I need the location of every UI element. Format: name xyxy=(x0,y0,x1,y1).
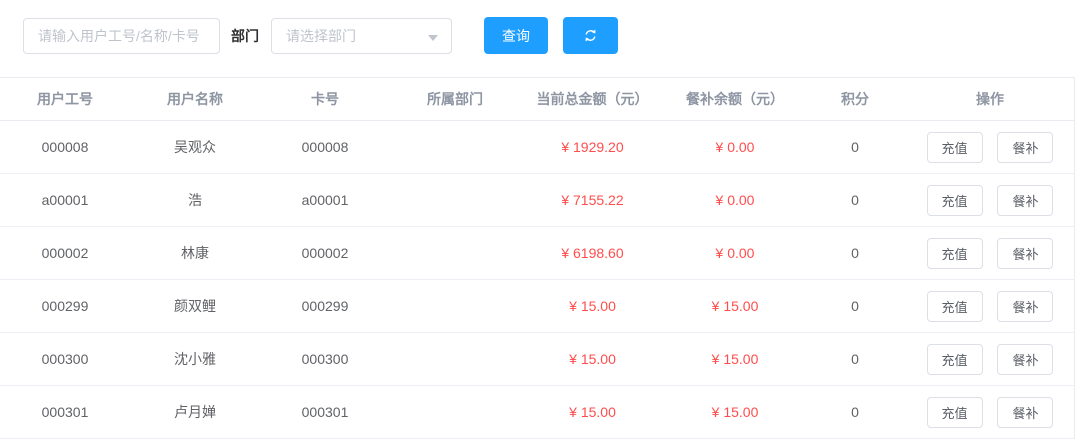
meal-subsidy-button[interactable]: 餐补 xyxy=(997,185,1053,216)
header-user-name: 用户名称 xyxy=(130,78,260,121)
table-row: 000299 颜双鲤 000299 ¥ 15.00 ¥ 15.00 0 充值 餐… xyxy=(0,280,1075,333)
cell-points: 0 xyxy=(805,174,905,227)
cell-user-id: 000300 xyxy=(0,333,130,386)
cell-dept xyxy=(390,280,520,333)
cell-total-amount: ¥ 15.00 xyxy=(520,280,665,333)
recharge-button[interactable]: 充值 xyxy=(927,291,983,322)
dept-select[interactable]: 请选择部门 xyxy=(271,18,452,54)
cell-user-name: 沈小雅 xyxy=(130,333,260,386)
header-user-id: 用户工号 xyxy=(0,78,130,121)
recharge-button[interactable]: 充值 xyxy=(927,344,983,375)
cell-card-no: a00001 xyxy=(260,174,390,227)
recharge-button[interactable]: 充值 xyxy=(927,397,983,428)
query-button[interactable]: 查询 xyxy=(484,17,548,54)
cell-user-name: 吴观众 xyxy=(130,121,260,174)
header-points: 积分 xyxy=(805,78,905,121)
dept-label: 部门 xyxy=(231,26,259,46)
cell-user-id: a00001 xyxy=(0,174,130,227)
table-row: 000008 吴观众 000008 ¥ 1929.20 ¥ 0.00 0 充值 … xyxy=(0,121,1075,174)
cell-points: 0 xyxy=(805,280,905,333)
cell-user-name: 颜双鲤 xyxy=(130,280,260,333)
recharge-button[interactable]: 充值 xyxy=(927,185,983,216)
refresh-button[interactable] xyxy=(563,17,618,54)
header-meal-balance: 餐补余额（元） xyxy=(665,78,805,121)
cell-card-no: 000002 xyxy=(260,227,390,280)
cell-actions: 充值 餐补 xyxy=(905,280,1075,333)
cell-user-id: 000008 xyxy=(0,121,130,174)
cell-user-name: 浩 xyxy=(130,174,260,227)
cell-dept xyxy=(390,174,520,227)
cell-dept xyxy=(390,386,520,439)
table-header-row: 用户工号 用户名称 卡号 所属部门 当前总金额（元） 餐补余额（元） 积分 操作 xyxy=(0,78,1075,121)
cell-user-id: 000299 xyxy=(0,280,130,333)
cell-dept xyxy=(390,227,520,280)
cell-meal-balance: ¥ 15.00 xyxy=(665,333,805,386)
cell-dept xyxy=(390,333,520,386)
cell-card-no: 000301 xyxy=(260,386,390,439)
cell-user-id: 000301 xyxy=(0,386,130,439)
cell-meal-balance: ¥ 0.00 xyxy=(665,227,805,280)
cell-total-amount: ¥ 6198.60 xyxy=(520,227,665,280)
table-row: 000002 林康 000002 ¥ 6198.60 ¥ 0.00 0 充值 餐… xyxy=(0,227,1075,280)
cell-actions: 充值 餐补 xyxy=(905,121,1075,174)
cell-user-name: 卢月婵 xyxy=(130,386,260,439)
cell-card-no: 000008 xyxy=(260,121,390,174)
chevron-down-icon xyxy=(428,35,438,41)
refresh-icon xyxy=(583,28,598,43)
user-table: 用户工号 用户名称 卡号 所属部门 当前总金额（元） 餐补余额（元） 积分 操作… xyxy=(0,77,1075,439)
cell-actions: 充值 餐补 xyxy=(905,174,1075,227)
recharge-button[interactable]: 充值 xyxy=(927,132,983,163)
meal-subsidy-button[interactable]: 餐补 xyxy=(997,132,1053,163)
search-input[interactable] xyxy=(23,18,220,54)
cell-total-amount: ¥ 1929.20 xyxy=(520,121,665,174)
table-row: 000300 沈小雅 000300 ¥ 15.00 ¥ 15.00 0 充值 餐… xyxy=(0,333,1075,386)
cell-user-id: 000002 xyxy=(0,227,130,280)
cell-dept xyxy=(390,121,520,174)
header-card-no: 卡号 xyxy=(260,78,390,121)
meal-subsidy-button[interactable]: 餐补 xyxy=(997,397,1053,428)
cell-total-amount: ¥ 15.00 xyxy=(520,333,665,386)
cell-meal-balance: ¥ 15.00 xyxy=(665,280,805,333)
cell-points: 0 xyxy=(805,227,905,280)
table-row: 000301 卢月婵 000301 ¥ 15.00 ¥ 15.00 0 充值 餐… xyxy=(0,386,1075,439)
cell-actions: 充值 餐补 xyxy=(905,386,1075,439)
cell-actions: 充值 餐补 xyxy=(905,227,1075,280)
cell-points: 0 xyxy=(805,121,905,174)
recharge-button[interactable]: 充值 xyxy=(927,238,983,269)
cell-total-amount: ¥ 7155.22 xyxy=(520,174,665,227)
cell-meal-balance: ¥ 0.00 xyxy=(665,121,805,174)
meal-subsidy-button[interactable]: 餐补 xyxy=(997,291,1053,322)
header-dept: 所属部门 xyxy=(390,78,520,121)
cell-user-name: 林康 xyxy=(130,227,260,280)
table-row: a00001 浩 a00001 ¥ 7155.22 ¥ 0.00 0 充值 餐补 xyxy=(0,174,1075,227)
meal-subsidy-button[interactable]: 餐补 xyxy=(997,344,1053,375)
header-total-amount: 当前总金额（元） xyxy=(520,78,665,121)
header-actions: 操作 xyxy=(905,78,1075,121)
cell-meal-balance: ¥ 15.00 xyxy=(665,386,805,439)
cell-total-amount: ¥ 15.00 xyxy=(520,386,665,439)
cell-actions: 充值 餐补 xyxy=(905,333,1075,386)
cell-card-no: 000299 xyxy=(260,280,390,333)
meal-subsidy-button[interactable]: 餐补 xyxy=(997,238,1053,269)
cell-meal-balance: ¥ 0.00 xyxy=(665,174,805,227)
dept-select-placeholder: 请选择部门 xyxy=(286,26,356,46)
cell-points: 0 xyxy=(805,386,905,439)
search-toolbar: 部门 请选择部门 查询 xyxy=(0,0,1080,54)
cell-points: 0 xyxy=(805,333,905,386)
cell-card-no: 000300 xyxy=(260,333,390,386)
